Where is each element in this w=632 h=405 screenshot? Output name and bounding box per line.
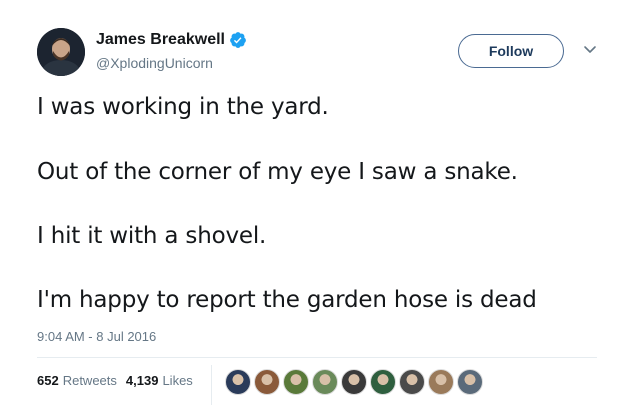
- likes-label: Likes: [162, 373, 193, 388]
- tweet-text-line: Out of the corner of my eye I saw a snak…: [37, 159, 518, 185]
- tweet-text-line: I hit it with a shovel.: [37, 223, 267, 249]
- likes-stat[interactable]: 4,139 Likes: [126, 373, 193, 388]
- follow-button[interactable]: Follow: [458, 34, 564, 68]
- likes-count: 4,139: [125, 373, 159, 388]
- stats-divider: [211, 365, 212, 405]
- liker-avatar-9-icon[interactable]: [457, 369, 483, 395]
- liker-avatar-6-icon[interactable]: [370, 369, 396, 395]
- tweet-text-line: I was working in the yard.: [37, 94, 329, 120]
- tweet-text-line: I'm happy to report the garden hose is d…: [37, 287, 537, 313]
- liker-avatar-1-icon[interactable]: [225, 369, 251, 395]
- tweet-stats: 652 Retweets 4,139 Likes: [37, 373, 202, 388]
- retweets-count: 652: [37, 373, 59, 388]
- author-avatar[interactable]: [37, 28, 85, 76]
- liker-avatar-2-icon[interactable]: [254, 369, 280, 395]
- retweets-label: Retweets: [62, 373, 117, 388]
- author-name[interactable]: James Breakwell: [96, 31, 225, 49]
- liker-avatar-5-icon[interactable]: [341, 369, 367, 395]
- liker-avatar-4-icon[interactable]: [312, 369, 338, 395]
- liker-facepile: [225, 369, 486, 395]
- author-avatar-image: [37, 28, 85, 76]
- author-handle[interactable]: @XplodingUnicorn: [96, 55, 213, 71]
- tweet-timestamp[interactable]: 9:04 AM - 8 Jul 2016: [37, 329, 156, 344]
- tweet-card: James Breakwell @XplodingUnicorn Follow …: [0, 0, 632, 405]
- liker-avatar-7-icon[interactable]: [399, 369, 425, 395]
- liker-avatar-8-icon[interactable]: [428, 369, 454, 395]
- liker-avatar-3-icon[interactable]: [283, 369, 309, 395]
- divider: [37, 357, 597, 358]
- chevron-down-icon[interactable]: [583, 45, 597, 55]
- retweets-stat[interactable]: 652 Retweets: [37, 373, 117, 388]
- author-name-row: James Breakwell: [96, 31, 247, 49]
- verified-badge-icon: [230, 32, 246, 48]
